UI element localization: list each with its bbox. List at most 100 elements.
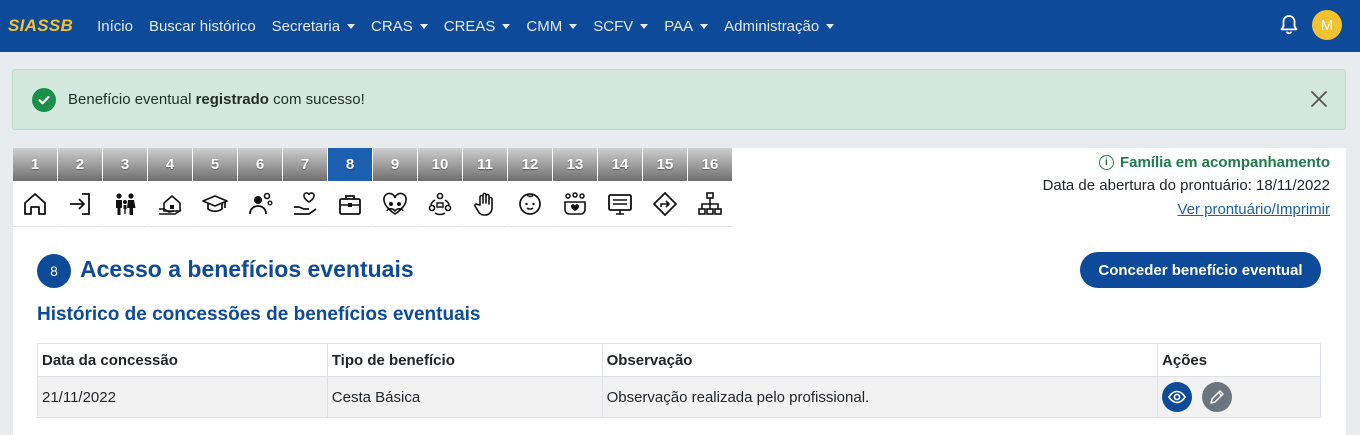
cell-type: Cesta Básica [326,376,603,418]
column-header-note: Observação [601,343,1159,377]
nav-label: Administração [724,17,820,35]
tab-14[interactable]: 14 [598,148,643,227]
tab-1[interactable]: 1 [13,148,58,227]
family-status: i Família em acompanhamento [732,151,1330,173]
tab-number: 6 [238,148,282,181]
alert-text-start: Benefício eventual [68,91,196,108]
house-hand-icon [148,181,192,227]
nav-paa-dropdown[interactable]: PAA [664,17,709,35]
tab-number: 2 [58,148,102,181]
view-button[interactable] [1162,382,1193,412]
tab-12[interactable]: 12 [508,148,553,227]
caret-down-icon [700,24,709,29]
tab-number: 8 [328,148,372,181]
navbar-right: M [1278,10,1342,40]
nav-scfv-dropdown[interactable]: SCFV [593,17,649,35]
cell-date: 21/11/2022 [37,376,328,418]
nav-administracao-dropdown[interactable]: Administração [724,17,835,35]
alert-message: Benefício eventual registrado com sucess… [68,91,365,108]
cell-note: Observação realizada pelo profissional. [601,376,1159,418]
tab-2[interactable]: 2 [58,148,103,227]
child-face-icon [508,181,552,227]
column-header-type: Tipo de benefício [326,343,603,377]
nav-cmm-dropdown[interactable]: CMM [526,17,578,35]
alert-text-end: com sucesso! [268,91,365,108]
tab-4[interactable]: 4 [148,148,193,227]
eye-icon [1168,390,1186,404]
caret-down-icon [419,24,428,29]
graduation-cap-icon [193,181,237,227]
page-title: Acesso a benefícios eventuais [80,256,414,282]
opening-date: Data de abertura do prontuário: 18/11/20… [1042,177,1330,194]
tab-number: 15 [643,148,687,181]
monitor-icon [598,181,642,227]
tab-9[interactable]: 9 [373,148,418,227]
nav-label: SCFV [593,17,634,35]
tab-8[interactable]: 8 [328,148,373,227]
tab-number: 11 [463,148,507,181]
tab-number: 1 [13,148,57,181]
caret-down-icon [502,24,511,29]
view-print-link[interactable]: Ver prontuário/Imprimir [732,199,1330,221]
close-icon[interactable] [1309,89,1329,109]
cell-actions [1157,376,1321,418]
bell-icon[interactable] [1278,14,1300,36]
edit-button[interactable] [1202,382,1233,412]
tab-6[interactable]: 6 [238,148,283,227]
login-icon [58,181,102,227]
grant-benefit-button[interactable]: Conceder benefício eventual [1080,252,1321,288]
alert-text-bold: registrado [195,91,269,108]
table-row: 21/11/2022 Cesta Básica Observação reali… [37,376,1321,418]
tab-number: 5 [193,148,237,181]
direction-sign-icon [643,181,687,227]
tab-7[interactable]: 7 [283,148,328,227]
tab-number: 12 [508,148,552,181]
column-header-date: Data da concessão [37,343,328,377]
briefcase-aid-icon [328,181,372,227]
nav-buscar-historico[interactable]: Buscar histórico [149,18,256,35]
nav-label: Início [97,17,133,35]
caret-down-icon [569,24,578,29]
hand-stop-icon [463,181,507,227]
heart-people-icon [373,181,417,227]
nav-secretaria-dropdown[interactable]: Secretaria [271,17,356,35]
hand-heart-icon [283,181,327,227]
tab-11[interactable]: 11 [463,148,508,227]
nav-label: Buscar histórico [148,17,256,35]
tab-number: 14 [598,148,642,181]
nav-label: Secretaria [271,17,341,35]
tab-3[interactable]: 3 [103,148,148,227]
info-icon: i [1098,154,1114,170]
nav-cras-dropdown[interactable]: CRAS [371,18,428,35]
caret-down-icon [826,24,835,29]
top-navbar: SIASSB Início Buscar histórico Secretari… [0,0,1360,52]
tab-number: 3 [103,148,147,181]
brand-logo[interactable]: SIASSB [8,16,73,36]
caret-down-icon [640,24,649,29]
success-alert: Benefício eventual registrado com sucess… [12,69,1346,130]
tab-10[interactable]: 10 [418,148,463,227]
hierarchy-icon [688,181,732,227]
check-circle-icon [32,87,56,112]
table-header-row: Data da concessão Tipo de benefício Obse… [37,343,1321,377]
step-number-badge: 8 [37,254,71,288]
tab-number: 13 [553,148,597,181]
tab-number: 9 [373,148,417,181]
benefits-history-table: Data da concessão Tipo de benefício Obse… [37,343,1321,418]
nav-inicio[interactable]: Início [97,18,133,35]
nav-label: CREAS [443,17,496,35]
tab-5[interactable]: 5 [193,148,238,227]
user-avatar[interactable]: M [1312,10,1342,40]
family-status-text: Família em acompanhamento [1119,153,1330,171]
tab-16[interactable]: 16 [688,148,733,227]
tab-number: 4 [148,148,192,181]
tab-13[interactable]: 13 [553,148,598,227]
tab-15[interactable]: 15 [643,148,688,227]
nav-label: CRAS [371,17,413,35]
caret-down-icon [347,24,356,29]
nav-label: PAA [664,17,694,35]
group-heart-icon [553,181,597,227]
nav-label: CMM [526,17,563,35]
nav-creas-dropdown[interactable]: CREAS [444,18,511,35]
benefits-card: 8 Acesso a benefícios eventuais Conceder… [13,227,1346,435]
